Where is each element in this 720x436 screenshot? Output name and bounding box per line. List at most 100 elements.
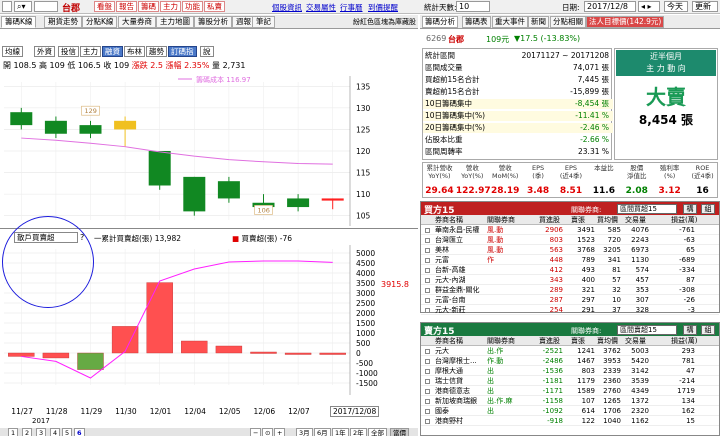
search-icon[interactable]: ⌕▾	[14, 1, 32, 12]
tab-news[interactable]: 新聞	[528, 16, 549, 28]
row-checkbox[interactable]	[425, 409, 430, 414]
row-checkbox[interactable]	[425, 258, 430, 263]
btn-func[interactable]: 功能	[182, 1, 203, 12]
table-row[interactable]: 台灣匯立 風.動 803 1523 720 2243 -63	[421, 236, 719, 245]
tab-branch-kline[interactable]: 分點K線	[82, 16, 118, 28]
zoom-plus-icon[interactable]: +	[274, 428, 286, 436]
range-all[interactable]: 全部	[368, 428, 387, 436]
row-checkbox[interactable]	[425, 278, 430, 283]
ind-btn-bollinger[interactable]: 布林	[124, 46, 145, 57]
row-checkbox[interactable]	[425, 359, 430, 364]
tool-dropdown[interactable]	[2, 1, 12, 12]
link-calendar[interactable]: 行事曆	[340, 2, 363, 13]
buy-group-button[interactable]: 組	[701, 204, 715, 214]
table-row[interactable]: 元富作 448 789 341 1130 -689	[421, 256, 719, 265]
symbol-input[interactable]	[34, 1, 58, 12]
tab-futures-trend[interactable]: 期貨走勢	[44, 16, 82, 28]
ind-btn-margin[interactable]: 融資	[102, 46, 123, 57]
row-checkbox[interactable]	[425, 349, 430, 354]
tab-chip-kline[interactable]: 籌碼K線	[1, 16, 37, 28]
table-row[interactable]: 港商野村 -918 122 1040 1162 15	[421, 417, 719, 426]
ind-btn-trend[interactable]: 趨勢	[146, 46, 167, 57]
btn-watch[interactable]: 看盤	[94, 1, 115, 12]
row-checkbox[interactable]	[425, 228, 430, 233]
page-2[interactable]: 2	[22, 428, 33, 436]
tab-chip-analysis[interactable]: 籌股分析	[194, 16, 232, 28]
ind-btn-main[interactable]: 主力	[80, 46, 101, 57]
column-header[interactable]: 損益(萬)	[671, 336, 697, 346]
column-header[interactable]: 關聯券商	[487, 336, 515, 346]
btn-chip[interactable]: 籌碼	[138, 1, 159, 12]
range-1y[interactable]: 1年	[332, 428, 349, 436]
column-header[interactable]: 券商名稱	[435, 215, 463, 225]
zoom-icon[interactable]: ⊙	[262, 428, 274, 436]
ind-btn-help[interactable]: 說	[200, 46, 214, 57]
column-header[interactable]: 賣張	[571, 215, 585, 225]
today-button[interactable]: 今天	[664, 1, 688, 12]
tab-major-events[interactable]: 重大事件	[492, 16, 528, 28]
table-row[interactable]: 群益金鼎-關化 289 321 32 353 -308	[421, 286, 719, 295]
column-header[interactable]: 買進股	[539, 215, 560, 225]
table-row[interactable]: 國泰出 -1092 614 1706 2320 162	[421, 407, 719, 416]
tab-branch-related[interactable]: 分點相關	[550, 16, 586, 28]
ind-btn-ma[interactable]: 均線	[2, 46, 23, 57]
zoom-minus-icon[interactable]: −	[250, 428, 262, 436]
buy-filter-select[interactable]: 區間買超15	[617, 204, 677, 214]
table-row[interactable]: 元大-新莊 254 291 37 328 -3	[421, 306, 719, 315]
range-3m[interactable]: 3月	[296, 428, 313, 436]
date-input[interactable]: 2017/12/8	[584, 1, 636, 12]
row-checkbox[interactable]	[425, 248, 430, 253]
link-price-alert[interactable]: 到價提醒	[368, 2, 398, 13]
table-row[interactable]: 美林 風.動 563 3768 3205 6973 65	[421, 246, 719, 255]
row-checkbox[interactable]	[425, 389, 430, 394]
column-header[interactable]: 買均價	[597, 215, 618, 225]
table-row[interactable]: 摩根大通出 -1536 803 2339 3142 47	[421, 367, 719, 376]
row-checkbox[interactable]	[425, 399, 430, 404]
row-checkbox[interactable]	[425, 268, 430, 273]
ind-btn-chip-index[interactable]: 訂碼指	[168, 46, 197, 57]
sell-group-button[interactable]: 組	[701, 325, 715, 335]
buy-struct-button[interactable]: 構	[683, 204, 697, 214]
link-trade-attr[interactable]: 交易屬性	[306, 2, 336, 13]
column-header[interactable]: 關聯券商	[487, 215, 515, 225]
column-header[interactable]: 賣均價	[597, 336, 618, 346]
table-row[interactable]: 元大-內湖 343 400 57 457 87	[421, 276, 719, 285]
btn-report[interactable]: 報告	[116, 1, 137, 12]
column-header[interactable]: 賣張	[571, 336, 585, 346]
page-1[interactable]: 1	[8, 428, 19, 436]
column-header[interactable]: 券商名稱	[435, 336, 463, 346]
page-5[interactable]: 5	[62, 428, 73, 436]
column-header[interactable]: 交易量	[625, 336, 646, 346]
page-4[interactable]: 4	[50, 428, 61, 436]
table-row[interactable]: 元富-台南 287 297 10 307 -26	[421, 296, 719, 305]
page-6[interactable]: 6	[74, 428, 85, 436]
range-2y[interactable]: 2年	[350, 428, 367, 436]
row-checkbox[interactable]	[425, 308, 430, 313]
tab-main-map[interactable]: 主力地圖	[156, 16, 194, 28]
column-header[interactable]: 損益(萬)	[671, 215, 697, 225]
row-checkbox[interactable]	[425, 238, 430, 243]
page-3[interactable]: 3	[36, 428, 47, 436]
range-6m[interactable]: 6月	[314, 428, 331, 436]
ind-btn-foreign[interactable]: 外資	[34, 46, 55, 57]
ind-btn-trust[interactable]: 投信	[58, 46, 79, 57]
column-header[interactable]: 賣進股	[539, 336, 560, 346]
tab-chip-analysis-r[interactable]: 籌碼分析	[422, 16, 458, 28]
table-row[interactable]: 港商德意志出 -1171 1589 2760 4349 1719	[421, 387, 719, 396]
tab-target-price[interactable]: 法人目標價(142.9元)	[586, 16, 665, 28]
row-checkbox[interactable]	[425, 298, 430, 303]
column-header[interactable]: 交易量	[625, 215, 646, 225]
row-checkbox[interactable]	[425, 379, 430, 384]
tab-big-broker[interactable]: 大量券商	[118, 16, 156, 28]
row-checkbox[interactable]	[425, 288, 430, 293]
link-stock-info[interactable]: 個股資訊	[272, 2, 302, 13]
refresh-button[interactable]: 更新	[692, 1, 718, 12]
range-current[interactable]: 當價	[390, 428, 409, 436]
table-row[interactable]: 瑞士信貸出 -1181 1179 2360 3539 -214	[421, 377, 719, 386]
table-row[interactable]: 新加坡商瑞銀 出.作.麻 -1158 107 1265 1372 134	[421, 397, 719, 406]
date-nav-buttons[interactable]: ◂ ▸	[638, 1, 660, 12]
sell-filter-select[interactable]: 區間賣超15	[617, 325, 677, 335]
table-row[interactable]: 台灣摩根士... 作.動 -2486 1467 3953 5420 781	[421, 357, 719, 366]
tab-notes[interactable]: 筆記	[252, 16, 275, 28]
table-row[interactable]: 元大 出.作 -2521 1241 3762 5003 293	[421, 347, 719, 356]
